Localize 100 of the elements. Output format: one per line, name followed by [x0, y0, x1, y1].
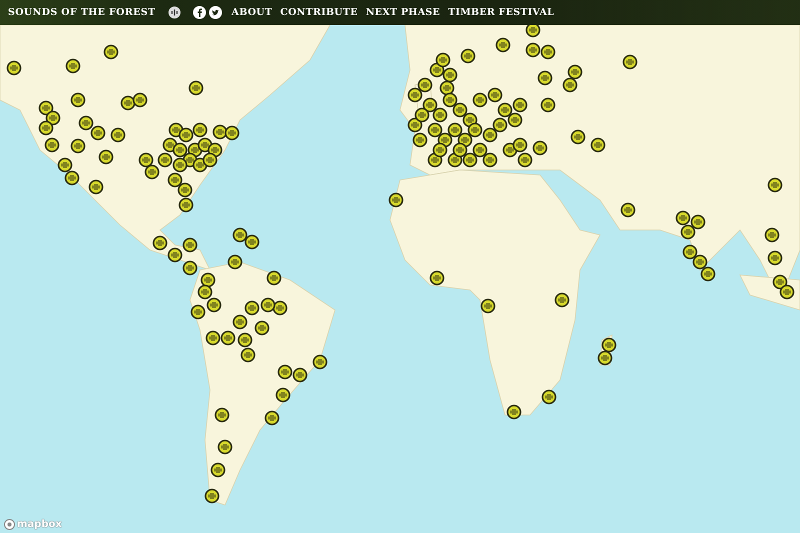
sound-pin[interactable] [598, 350, 612, 366]
twitter-icon[interactable] [208, 6, 222, 19]
nav-link[interactable]: TIMBER FESTIVAL [448, 7, 554, 18]
sound-pin[interactable] [244, 234, 260, 250]
sound-pin[interactable] [182, 238, 198, 252]
sound-pin[interactable] [98, 150, 114, 164]
sound-pin[interactable] [452, 142, 468, 158]
sound-pin[interactable] [190, 304, 206, 320]
sound-pin[interactable] [88, 180, 104, 194]
sound-pin[interactable] [540, 44, 556, 60]
sound-pin[interactable] [210, 462, 226, 478]
sound-pin[interactable] [192, 122, 208, 138]
sound-pin[interactable] [428, 122, 442, 138]
sound-pin[interactable] [436, 52, 450, 68]
sound-pin[interactable] [178, 198, 194, 212]
sound-pin[interactable] [676, 210, 690, 226]
sound-pin[interactable] [206, 298, 222, 312]
sound-pin[interactable] [526, 25, 540, 38]
sound-pin[interactable] [254, 320, 270, 336]
sound-pin[interactable] [512, 98, 528, 112]
sound-pin[interactable] [232, 314, 248, 330]
sound-pin[interactable] [532, 140, 548, 156]
sound-pin[interactable] [480, 298, 496, 314]
sound-pin[interactable] [418, 78, 432, 92]
sound-pin[interactable] [496, 38, 510, 52]
sound-pin[interactable] [232, 228, 248, 242]
sound-pin[interactable] [472, 92, 488, 108]
sound-pin[interactable] [680, 224, 696, 240]
sound-pin[interactable] [172, 158, 188, 172]
sound-pin[interactable] [132, 92, 148, 108]
sound-pin[interactable] [90, 126, 106, 140]
sound-pin[interactable] [238, 332, 252, 348]
sound-pin[interactable] [66, 58, 80, 74]
sound-pin[interactable] [168, 172, 182, 188]
sound-pin[interactable] [188, 80, 204, 96]
sound-pin[interactable] [144, 164, 160, 180]
sound-pin[interactable] [152, 236, 168, 250]
sound-pin[interactable] [278, 364, 292, 380]
sound-pin[interactable] [158, 152, 172, 168]
sound-pin[interactable] [408, 88, 422, 102]
sound-pin[interactable] [526, 42, 540, 58]
sound-pin[interactable] [768, 250, 782, 266]
sound-pin[interactable] [554, 292, 570, 308]
sound-pin[interactable] [44, 138, 60, 152]
nav-link[interactable]: ABOUT [232, 7, 272, 18]
sound-pin[interactable] [206, 330, 220, 346]
sound-pin[interactable] [38, 120, 54, 136]
sound-pin[interactable] [488, 88, 502, 102]
sound-pin[interactable] [460, 48, 476, 64]
sound-pin[interactable] [518, 152, 532, 168]
sound-pin[interactable] [412, 132, 428, 148]
sound-pin[interactable] [414, 108, 430, 122]
sound-pin[interactable] [462, 152, 478, 168]
sound-pin[interactable] [562, 78, 578, 92]
sound-pin[interactable] [538, 70, 552, 86]
sound-pin[interactable] [768, 178, 782, 192]
sound-pin[interactable] [568, 64, 582, 80]
sound-pin[interactable] [6, 60, 22, 76]
sound-pin[interactable] [214, 408, 230, 422]
sound-pin[interactable] [70, 138, 86, 154]
sound-pin[interactable] [692, 254, 708, 270]
sound-pin[interactable] [690, 214, 706, 230]
audio-logo-icon[interactable] [168, 6, 181, 19]
sound-pin[interactable] [570, 130, 586, 144]
sound-pin[interactable] [218, 440, 232, 454]
sound-pin[interactable] [482, 128, 498, 142]
sound-pin[interactable] [70, 92, 86, 108]
sound-pin[interactable] [240, 348, 256, 362]
sound-pin[interactable] [168, 248, 182, 262]
sound-pin[interactable] [590, 138, 606, 152]
sound-pin[interactable] [178, 182, 192, 198]
sound-pin[interactable] [228, 254, 242, 270]
sound-pin[interactable] [442, 92, 458, 108]
site-title[interactable]: SOUNDS OF THE FOREST [8, 7, 156, 18]
sound-pin[interactable] [178, 128, 194, 142]
sound-pin[interactable] [64, 170, 80, 186]
sound-pin[interactable] [432, 142, 448, 158]
sound-pin[interactable] [182, 260, 198, 276]
sound-pin[interactable] [430, 270, 444, 286]
sound-pin[interactable] [58, 158, 72, 172]
sound-pin[interactable] [452, 102, 468, 118]
sound-pin[interactable] [602, 338, 616, 352]
sound-pin[interactable] [540, 98, 556, 112]
sound-pin[interactable] [110, 128, 126, 142]
sound-pin[interactable] [506, 404, 522, 420]
nav-link[interactable]: NEXT PHASE [366, 7, 440, 18]
facebook-icon[interactable] [192, 6, 206, 19]
sound-pin[interactable] [260, 298, 276, 312]
sound-pin[interactable] [512, 138, 528, 152]
sound-pin[interactable] [498, 102, 512, 118]
sound-pin[interactable] [492, 118, 508, 132]
sound-pin[interactable] [266, 270, 282, 286]
sound-pin[interactable] [432, 108, 448, 122]
sound-pin[interactable] [622, 54, 638, 70]
sound-pin[interactable] [468, 122, 482, 138]
sound-pin[interactable] [472, 142, 488, 158]
sound-pin[interactable] [172, 142, 188, 158]
sound-pin[interactable] [780, 284, 794, 300]
sound-pin[interactable] [700, 266, 716, 282]
sound-pin[interactable] [202, 152, 218, 168]
